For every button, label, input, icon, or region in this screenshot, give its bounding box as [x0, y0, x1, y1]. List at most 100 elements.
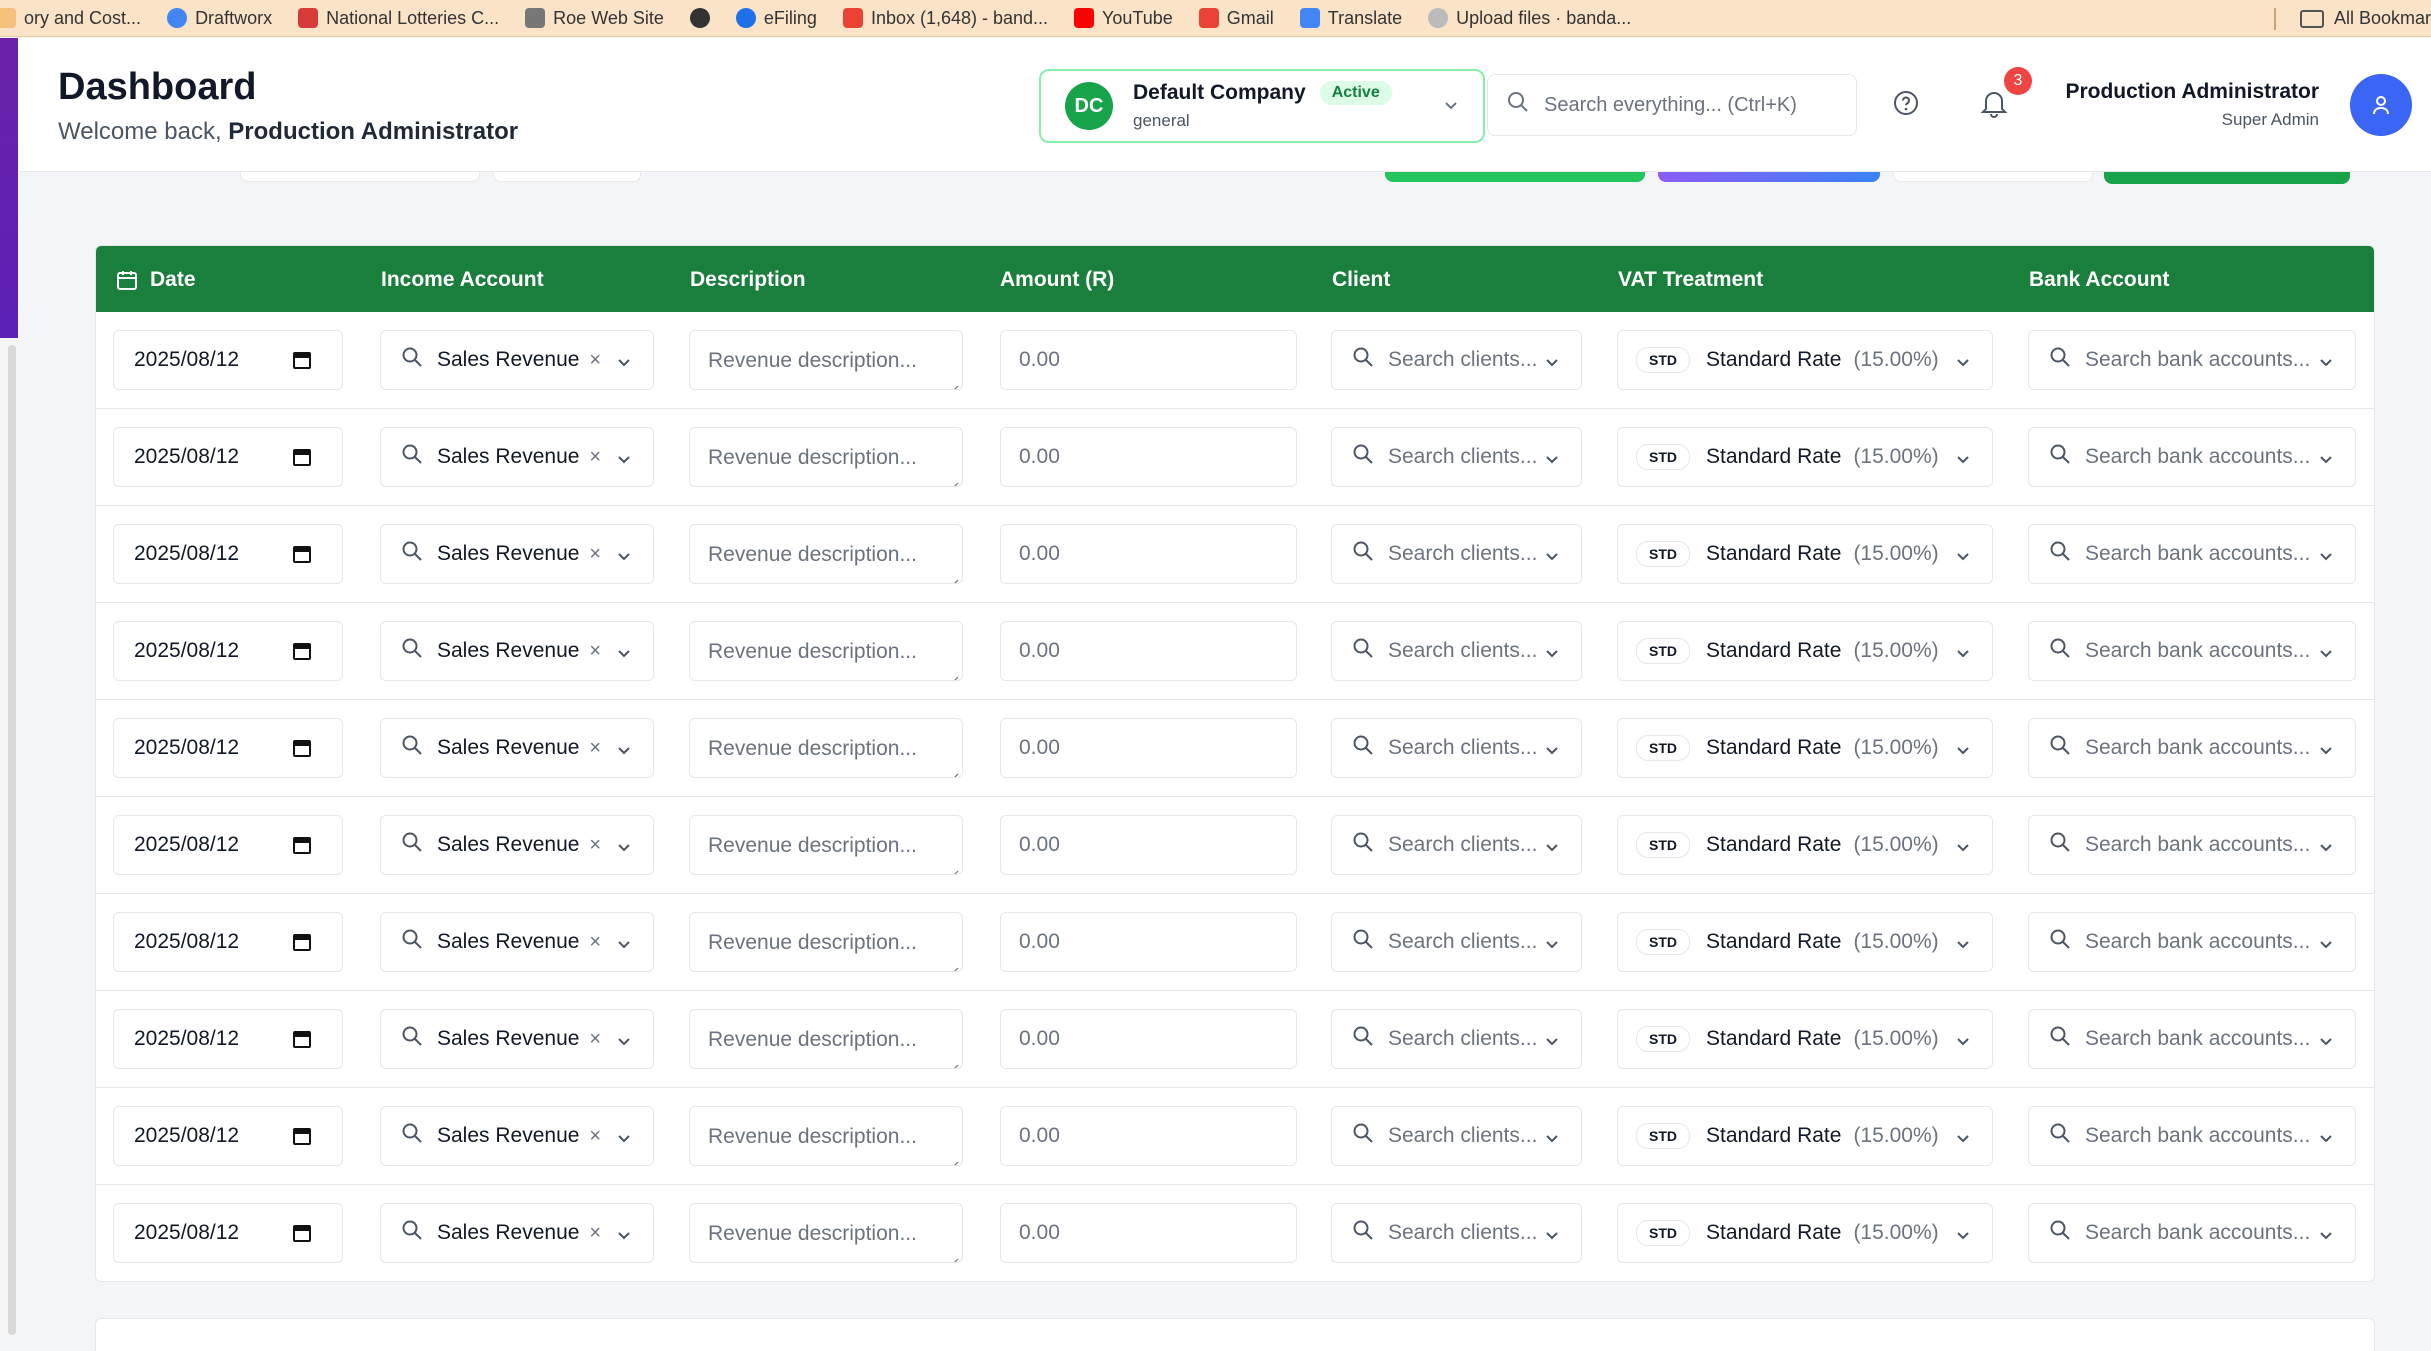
resize-handle-icon[interactable] — [949, 570, 959, 583]
income-account-select[interactable]: Sales Revenue × — [380, 1009, 654, 1069]
toolbar-button-edge[interactable] — [1658, 172, 1880, 182]
description-textarea[interactable]: Revenue description... — [689, 621, 963, 681]
chevron-down-icon[interactable] — [1954, 644, 1972, 668]
description-textarea[interactable]: Revenue description... — [689, 718, 963, 778]
chevron-down-icon[interactable] — [1543, 353, 1561, 377]
date-input[interactable]: 2025/08/12 — [113, 621, 343, 681]
bank-account-select[interactable]: Search bank accounts... — [2028, 718, 2356, 778]
resize-handle-icon[interactable] — [949, 1055, 959, 1068]
resize-handle-icon[interactable] — [949, 376, 959, 389]
date-input[interactable]: 2025/08/12 — [113, 1203, 343, 1263]
bank-account-select[interactable]: Search bank accounts... — [2028, 1106, 2356, 1166]
vat-treatment-select[interactable]: STD Standard Rate (15.00%) — [1617, 1009, 1993, 1069]
income-account-select[interactable]: Sales Revenue × — [380, 912, 654, 972]
client-select[interactable]: Search clients... — [1331, 718, 1582, 778]
amount-input[interactable]: 0.00 — [1000, 524, 1297, 584]
client-select[interactable]: Search clients... — [1331, 1203, 1582, 1263]
clear-icon[interactable]: × — [589, 543, 601, 566]
chevron-down-icon[interactable] — [1543, 1129, 1561, 1153]
bank-account-select[interactable]: Search bank accounts... — [2028, 1009, 2356, 1069]
resize-handle-icon[interactable] — [949, 667, 959, 680]
date-input[interactable]: 2025/08/12 — [113, 912, 343, 972]
description-textarea[interactable]: Revenue description... — [689, 1009, 963, 1069]
calendar-icon[interactable] — [292, 447, 312, 473]
chevron-down-icon[interactable] — [1954, 1032, 1972, 1056]
chevron-down-icon[interactable] — [615, 1129, 633, 1153]
calendar-icon[interactable] — [292, 350, 312, 376]
resize-handle-icon[interactable] — [949, 764, 959, 777]
amount-input[interactable]: 0.00 — [1000, 718, 1297, 778]
calendar-icon[interactable] — [292, 544, 312, 570]
chevron-down-icon[interactable] — [1954, 547, 1972, 571]
bookmark-item[interactable]: Inbox (1,648) - band... — [842, 8, 1048, 29]
bell-icon[interactable] — [1980, 88, 2008, 123]
chevron-down-icon[interactable] — [1954, 450, 1972, 474]
bookmark-item[interactable]: Upload files · banda... — [1428, 8, 1631, 29]
date-input[interactable]: 2025/08/12 — [113, 815, 343, 875]
avatar[interactable] — [2350, 74, 2412, 136]
vat-treatment-select[interactable]: STD Standard Rate (15.00%) — [1617, 621, 1993, 681]
clear-icon[interactable]: × — [589, 834, 601, 857]
bank-account-select[interactable]: Search bank accounts... — [2028, 330, 2356, 390]
global-search-input[interactable]: Search everything... (Ctrl+K) — [1487, 74, 1857, 136]
chevron-down-icon[interactable] — [2317, 838, 2335, 862]
vat-treatment-select[interactable]: STD Standard Rate (15.00%) — [1617, 1203, 1993, 1263]
calendar-icon[interactable] — [292, 1126, 312, 1152]
amount-input[interactable]: 0.00 — [1000, 427, 1297, 487]
resize-handle-icon[interactable] — [949, 473, 959, 486]
income-account-select[interactable]: Sales Revenue × — [380, 815, 654, 875]
bookmark-item[interactable]: eFiling — [735, 8, 817, 29]
description-textarea[interactable]: Revenue description... — [689, 815, 963, 875]
bookmark-item[interactable]: Roe Web Site — [525, 8, 664, 29]
resize-handle-icon[interactable] — [949, 1249, 959, 1262]
calendar-icon[interactable] — [292, 932, 312, 958]
description-textarea[interactable]: Revenue description... — [689, 1203, 963, 1263]
bookmark-item[interactable]: National Lotteries C... — [298, 8, 499, 29]
chevron-down-icon[interactable] — [615, 1226, 633, 1250]
bank-account-select[interactable]: Search bank accounts... — [2028, 815, 2356, 875]
clear-icon[interactable]: × — [589, 640, 601, 663]
amount-input[interactable]: 0.00 — [1000, 912, 1297, 972]
vat-treatment-select[interactable]: STD Standard Rate (15.00%) — [1617, 427, 1993, 487]
date-input[interactable]: 2025/08/12 — [113, 1009, 343, 1069]
clear-icon[interactable]: × — [589, 1028, 601, 1051]
vat-treatment-select[interactable]: STD Standard Rate (15.00%) — [1617, 524, 1993, 584]
client-select[interactable]: Search clients... — [1331, 1009, 1582, 1069]
date-input[interactable]: 2025/08/12 — [113, 524, 343, 584]
income-account-select[interactable]: Sales Revenue × — [380, 718, 654, 778]
bookmark-item[interactable]: Translate — [1299, 8, 1402, 29]
amount-input[interactable]: 0.00 — [1000, 330, 1297, 390]
calendar-icon[interactable] — [292, 1223, 312, 1249]
chevron-down-icon[interactable] — [1543, 1226, 1561, 1250]
amount-input[interactable]: 0.00 — [1000, 1203, 1297, 1263]
amount-input[interactable]: 0.00 — [1000, 621, 1297, 681]
chevron-down-icon[interactable] — [2317, 1226, 2335, 1250]
client-select[interactable]: Search clients... — [1331, 621, 1582, 681]
client-select[interactable]: Search clients... — [1331, 427, 1582, 487]
chevron-down-icon[interactable] — [1954, 1226, 1972, 1250]
chevron-down-icon[interactable] — [1543, 741, 1561, 765]
description-textarea[interactable]: Revenue description... — [689, 912, 963, 972]
date-input[interactable]: 2025/08/12 — [113, 718, 343, 778]
all-bookmarks-button[interactable]: All Bookmar — [2261, 0, 2431, 36]
vat-treatment-select[interactable]: STD Standard Rate (15.00%) — [1617, 718, 1993, 778]
chevron-down-icon[interactable] — [1954, 1129, 1972, 1153]
toolbar-button-edge[interactable] — [2104, 172, 2350, 184]
income-account-select[interactable]: Sales Revenue × — [380, 524, 654, 584]
bank-account-select[interactable]: Search bank accounts... — [2028, 621, 2356, 681]
chevron-down-icon[interactable] — [1543, 547, 1561, 571]
toolbar-button-edge[interactable] — [1893, 172, 2093, 182]
income-account-select[interactable]: Sales Revenue × — [380, 1106, 654, 1166]
chevron-down-icon[interactable] — [2317, 644, 2335, 668]
calendar-icon[interactable] — [292, 1029, 312, 1055]
date-input[interactable]: 2025/08/12 — [113, 330, 343, 390]
vat-treatment-select[interactable]: STD Standard Rate (15.00%) — [1617, 330, 1993, 390]
bank-account-select[interactable]: Search bank accounts... — [2028, 427, 2356, 487]
chevron-down-icon[interactable] — [615, 450, 633, 474]
resize-handle-icon[interactable] — [949, 958, 959, 971]
amount-input[interactable]: 0.00 — [1000, 1106, 1297, 1166]
chevron-down-icon[interactable] — [615, 644, 633, 668]
chevron-down-icon[interactable] — [2317, 741, 2335, 765]
chevron-down-icon[interactable] — [1543, 450, 1561, 474]
scrollbar[interactable] — [8, 345, 16, 1335]
